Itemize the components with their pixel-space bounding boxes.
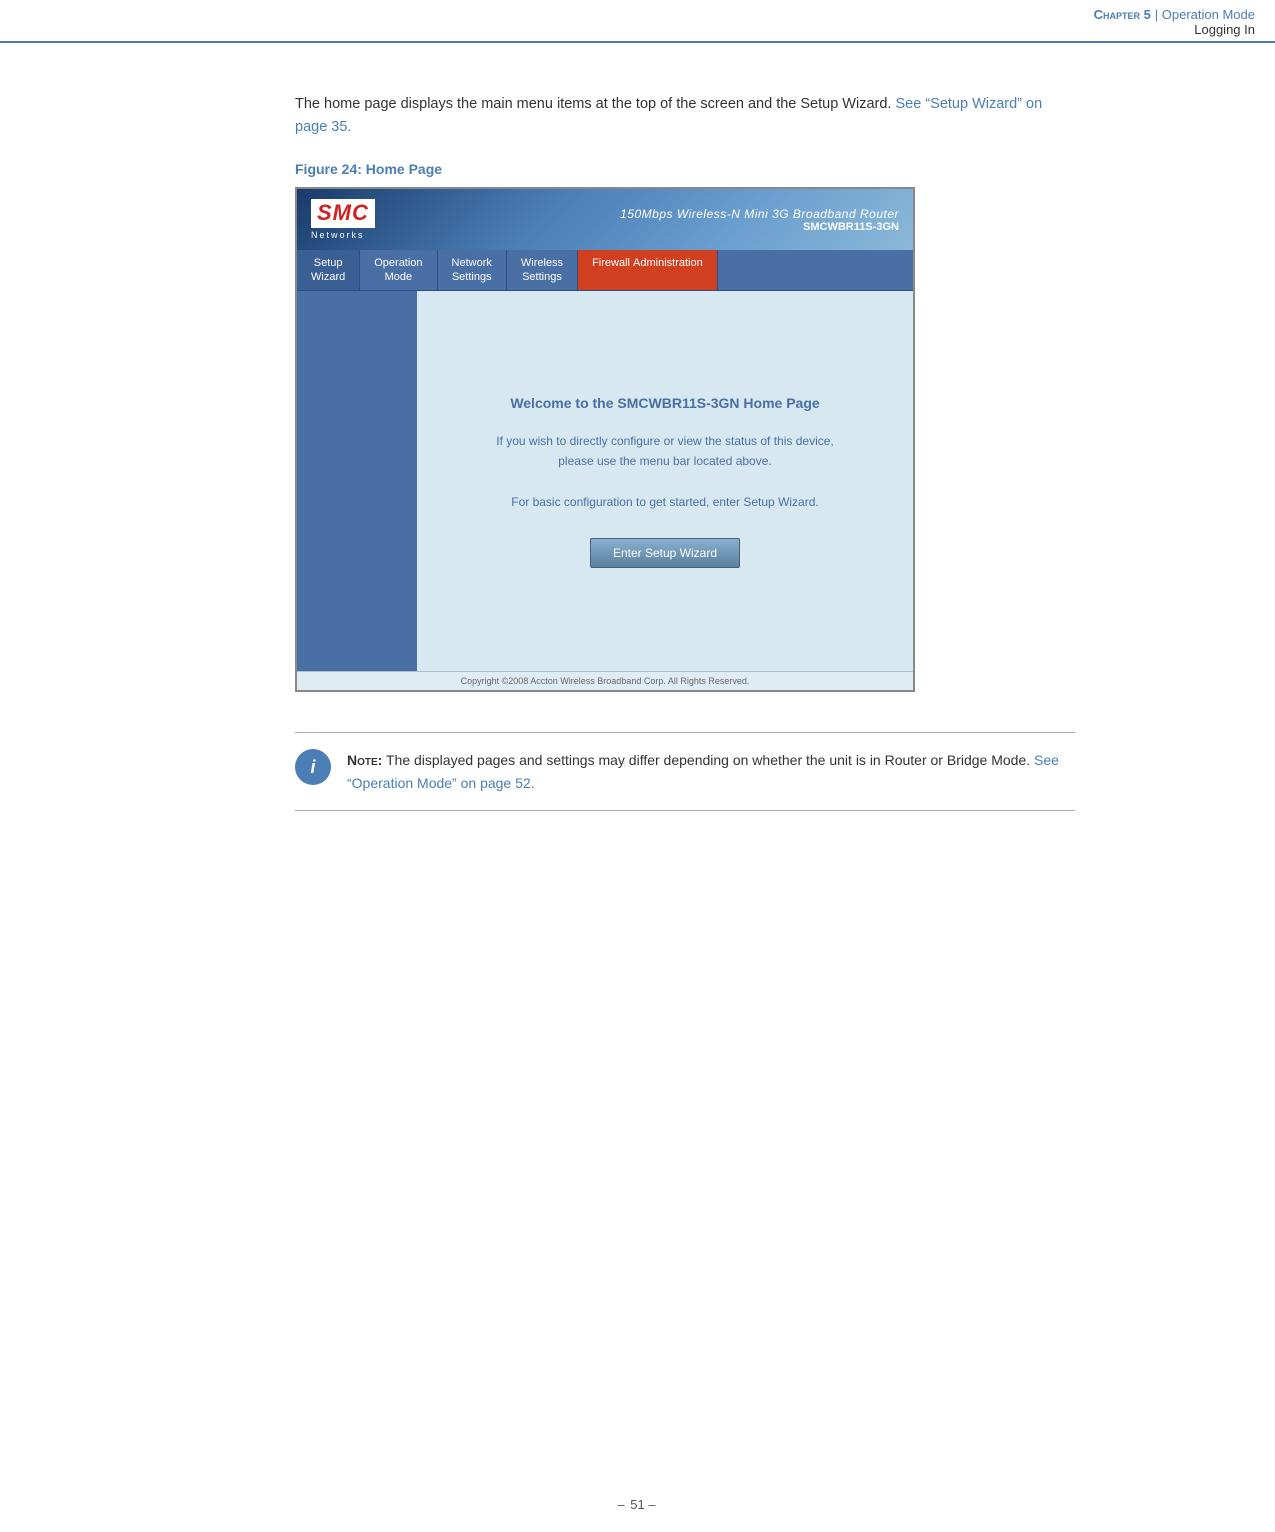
info-icon: i [295,749,331,785]
router-ui-mockup: SMC Networks 150Mbps Wireless-N Mini 3G … [295,187,915,692]
chapter-label: Chapter 5 [1094,7,1151,22]
smc-logo-sub: Networks [311,230,365,240]
smc-logo: SMC Networks [311,199,375,239]
note-label: Note: [347,752,382,768]
router-nav: Setup Wizard Operation Mode Network Sett… [297,250,913,292]
router-main-content: Welcome to the SMCWBR11S-3GN Home Page I… [417,291,913,671]
intro-text: The home page displays the main menu ite… [295,96,891,112]
nav-setup-wizard[interactable]: Setup Wizard [297,250,360,291]
router-product-model: SMCWBR11S-3GN [620,221,899,233]
welcome-description: If you wish to directly configure or vie… [496,431,834,513]
nav-operation-mode[interactable]: Operation Mode [360,250,437,291]
footer-prefix: – [617,1497,626,1512]
nav-firewall-administration[interactable]: Firewall Administration [578,250,718,291]
router-product-title: 150Mbps Wireless-N Mini 3G Broadband Rou… [620,207,899,221]
enter-setup-wizard-button[interactable]: Enter Setup Wizard [590,538,740,568]
section-link[interactable]: Operation Mode [1162,7,1255,22]
page-footer: – 51 – [0,1497,1275,1512]
header-separator: | [1155,7,1162,22]
router-product-info: 150Mbps Wireless-N Mini 3G Broadband Rou… [620,207,899,233]
footer-suffix: – [648,1497,657,1512]
router-sidebar [297,291,417,671]
nav-wireless-settings[interactable]: Wireless Settings [507,250,578,291]
welcome-title: Welcome to the SMCWBR11S-3GN Home Page [510,395,819,411]
router-body: Welcome to the SMCWBR11S-3GN Home Page I… [297,291,913,671]
note-section: i Note: The displayed pages and settings… [295,732,1075,811]
note-body: The displayed pages and settings may dif… [386,752,1030,768]
sub-section-label: Logging In [1094,22,1255,37]
page-content: The home page displays the main menu ite… [0,43,1275,861]
note-text: Note: The displayed pages and settings m… [347,749,1075,794]
smc-logo-text: SMC [311,199,375,227]
router-header: SMC Networks 150Mbps Wireless-N Mini 3G … [297,189,913,249]
router-footer: Copyright ©2008 Accton Wireless Broadban… [297,671,913,690]
nav-network-settings[interactable]: Network Settings [438,250,507,291]
header-breadcrumb: Chapter 5 | Operation Mode Logging In [1094,6,1255,37]
intro-paragraph: The home page displays the main menu ite… [295,93,1075,139]
figure-title: Figure 24: Home Page [295,161,1075,177]
page-number: 51 [630,1497,644,1512]
page-header: Chapter 5 | Operation Mode Logging In [0,0,1275,43]
